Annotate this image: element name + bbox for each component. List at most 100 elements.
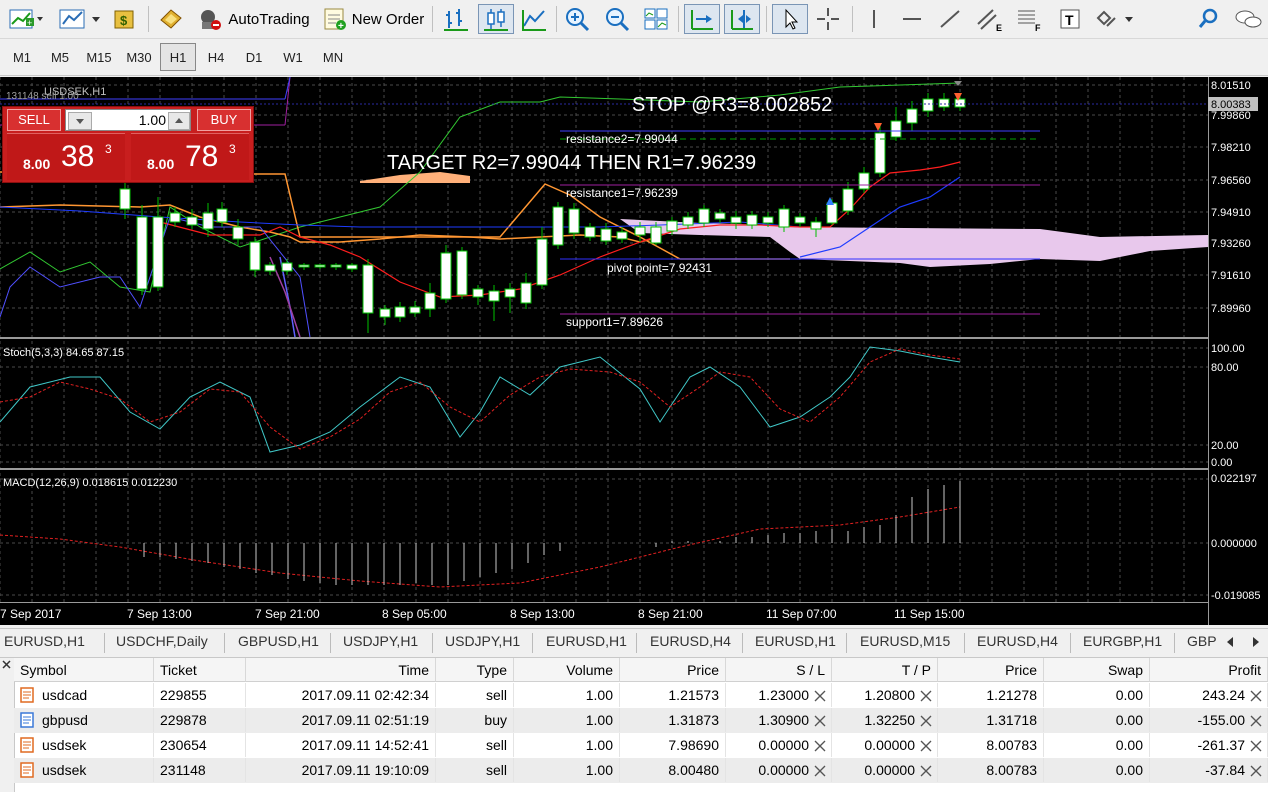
price-tick: 7.98210 — [1211, 142, 1251, 154]
chart-tab[interactable]: EURUSD,H1 — [755, 633, 836, 649]
remove-tp-button[interactable] — [920, 689, 932, 702]
cursor-button[interactable] — [772, 4, 808, 34]
column-header-profit[interactable]: Profit — [1150, 658, 1268, 682]
profiles-button[interactable] — [58, 4, 102, 34]
chart-tab[interactable]: USDCHF,Daily — [116, 633, 208, 649]
stoch-tick: 100.00 — [1211, 343, 1245, 355]
chart-shift-button[interactable] — [724, 4, 760, 34]
autotrading-button[interactable]: AutoTrading — [194, 4, 312, 34]
shapes-button[interactable] — [1092, 4, 1138, 34]
chart-tab[interactable]: EURUSD,H4 — [650, 633, 731, 649]
chart-tab[interactable]: EURUSD,H1 — [546, 633, 627, 649]
auto-scroll-button[interactable] — [684, 4, 720, 34]
close-icon[interactable] — [0, 658, 14, 672]
chart-window[interactable]: STOP @R3=8.002852 TARGET R2=7.99044 THEN… — [0, 77, 1268, 625]
search-button[interactable] — [1194, 4, 1224, 34]
chart-tab[interactable]: EURUSD,H1 — [4, 633, 85, 649]
timeframe-d1-button[interactable]: D1 — [236, 43, 272, 71]
equidistant-channel-button[interactable]: E — [972, 4, 1008, 34]
chart-tab[interactable]: USDJPY,H1 — [343, 633, 418, 649]
candlestick-chart-button[interactable] — [478, 4, 514, 34]
remove-sl-button[interactable] — [814, 764, 826, 777]
chart-tab[interactable]: EURGBP,H1 — [1083, 633, 1162, 649]
chart-tab[interactable]: GBPUSD,H1 — [238, 633, 319, 649]
zoom-out-button[interactable] — [602, 4, 634, 34]
column-header-symbol[interactable]: Symbol — [14, 658, 154, 682]
candle — [922, 98, 934, 112]
close-position-button[interactable] — [1250, 764, 1262, 777]
chart-tab[interactable]: EURUSD,M15 — [860, 633, 950, 649]
tabs-scroll-right-button[interactable] — [1250, 635, 1262, 654]
timeframe-m1-button[interactable]: M1 — [4, 43, 40, 71]
table-row[interactable]: usdsek 231148 2017.09.11 19:10:09 sell 1.00 8… — [14, 758, 1268, 783]
timeframe-h4-button[interactable]: H4 — [198, 43, 234, 71]
horizontal-line-button[interactable] — [896, 4, 928, 34]
column-header-volume[interactable]: Volume — [514, 658, 620, 682]
timeframe-m30-button[interactable]: M30 — [120, 43, 158, 71]
cell-time: 2017.09.11 14:52:41 — [246, 733, 436, 757]
chart-tab[interactable]: GBP — [1187, 633, 1217, 649]
cell-time: 2017.09.11 02:51:19 — [246, 708, 436, 732]
remove-sl-button[interactable] — [814, 714, 826, 727]
timeframe-m15-button[interactable]: M15 — [80, 43, 118, 71]
table-row[interactable]: usdcad 229855 2017.09.11 02:42:34 sell 1.00 1… — [14, 683, 1268, 708]
column-header-sl[interactable]: S / L — [726, 658, 832, 682]
navigator-button[interactable] — [156, 4, 186, 34]
timeframe-m5-button[interactable]: M5 — [42, 43, 78, 71]
remove-tp-button[interactable] — [920, 714, 932, 727]
lot-increase-button[interactable] — [168, 112, 190, 130]
column-header-swap[interactable]: Swap — [1044, 658, 1150, 682]
chart-tab[interactable]: EURUSD,H4 — [977, 633, 1058, 649]
remove-tp-button[interactable] — [920, 764, 932, 777]
remove-tp-button[interactable] — [920, 739, 932, 752]
horizontal-line-icon — [903, 18, 921, 20]
close-position-button[interactable] — [1250, 739, 1262, 752]
autotrading-label: AutoTrading — [228, 10, 310, 28]
close-position-button[interactable] — [1250, 689, 1262, 702]
remove-sl-button[interactable] — [814, 689, 826, 702]
table-row[interactable]: gbpusd 229878 2017.09.11 02:51:19 buy 1.00 1.… — [14, 708, 1268, 733]
candle — [264, 264, 276, 272]
bar-chart-button[interactable] — [440, 4, 472, 34]
close-position-button[interactable] — [1250, 714, 1262, 727]
tile-windows-button[interactable] — [640, 4, 672, 34]
column-header-type[interactable]: Type — [436, 658, 514, 682]
chat-button[interactable] — [1232, 4, 1264, 34]
close-icon — [814, 740, 826, 752]
chart-tab[interactable]: USDJPY,H1 — [445, 633, 520, 649]
sell-price-button[interactable]: 8.00 38 3 — [7, 133, 125, 180]
target-annotation: TARGET R2=7.99044 THEN R1=7.96239 — [387, 152, 756, 174]
trendline-button[interactable] — [934, 4, 966, 34]
new-chart-button[interactable]: + — [6, 4, 46, 34]
lot-size-input[interactable]: 1.00 — [94, 111, 166, 129]
cell-symbol: gbpusd — [14, 708, 154, 732]
column-header-current-price[interactable]: Price — [938, 658, 1044, 682]
text-tool-button[interactable]: T — [1054, 4, 1086, 34]
column-header-ticket[interactable]: Ticket — [154, 658, 246, 682]
candle — [858, 172, 870, 190]
column-header-price[interactable]: Price — [620, 658, 726, 682]
cell-symbol: usdcad — [14, 683, 154, 707]
timeframe-h1-button[interactable]: H1 — [160, 43, 196, 71]
line-chart-button[interactable] — [518, 4, 550, 34]
timeframe-mn-button[interactable]: MN — [314, 43, 352, 71]
new-order-button[interactable]: + New Order — [320, 4, 426, 34]
remove-sl-button[interactable] — [814, 739, 826, 752]
lot-size-stepper[interactable]: 1.00 — [65, 109, 191, 131]
cell-swap: 0.00 — [1044, 758, 1150, 782]
fibonacci-button[interactable]: F — [1014, 4, 1046, 34]
timeframe-w1-button[interactable]: W1 — [274, 43, 312, 71]
buy-button[interactable]: BUY — [197, 109, 251, 131]
column-header-tp[interactable]: T / P — [832, 658, 938, 682]
tabs-scroll-left-button[interactable] — [1224, 635, 1236, 654]
vertical-line-button[interactable] — [858, 4, 890, 34]
crosshair-button[interactable] — [812, 4, 844, 34]
market-watch-button[interactable]: $ — [110, 4, 140, 34]
zoom-in-button[interactable] — [562, 4, 594, 34]
column-header-time[interactable]: Time — [246, 658, 436, 682]
timeframes-toolbar: M1 M5 M15 M30 H1 H4 D1 W1 MN — [0, 39, 1268, 76]
table-row[interactable]: usdsek 230654 2017.09.11 14:52:41 sell 1.00 7… — [14, 733, 1268, 758]
buy-price-button[interactable]: 8.00 78 3 — [131, 133, 249, 180]
lot-decrease-button[interactable] — [68, 112, 92, 130]
sell-button[interactable]: SELL — [7, 109, 61, 131]
